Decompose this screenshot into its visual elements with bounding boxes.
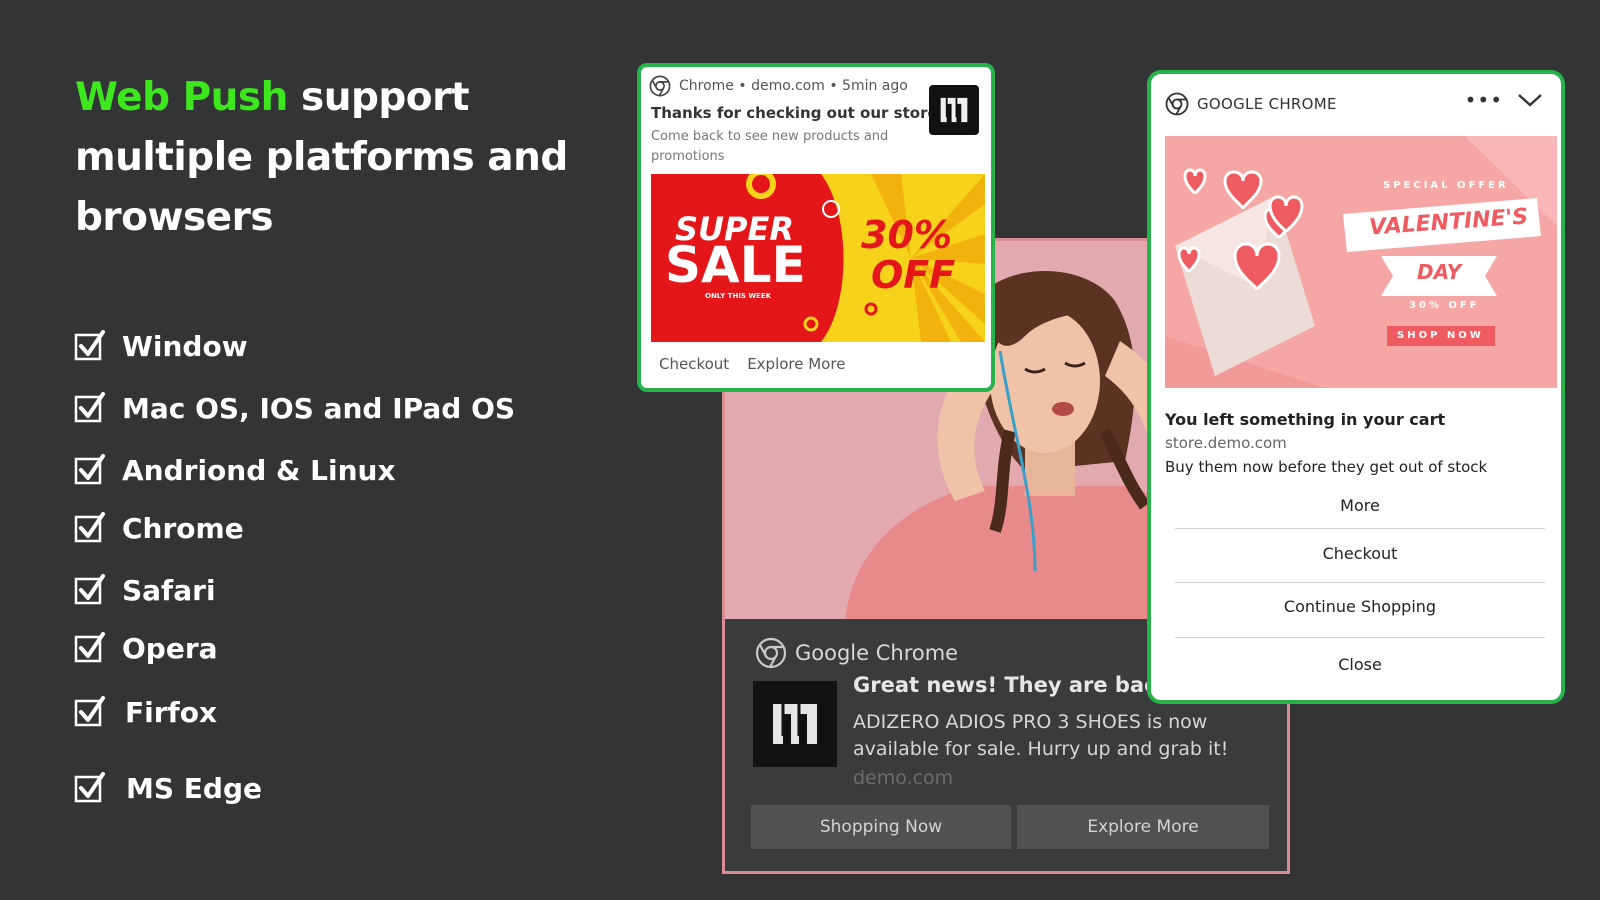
checkbox-checked-icon xyxy=(74,696,105,727)
chrome-notification-small[interactable]: Chrome • demo.com • 5min ago Thanks for … xyxy=(637,63,995,392)
banner-day: DAY xyxy=(1417,260,1462,284)
feature-label: Mac OS, IOS and IPad OS xyxy=(122,391,516,425)
chrome-icon xyxy=(1165,92,1189,116)
feature-item: Andriond & Linux xyxy=(74,450,396,490)
notification-header: GOOGLE CHROME xyxy=(1165,92,1337,116)
feature-item: Mac OS, IOS and IPad OS xyxy=(74,388,515,428)
banner-special-offer: SPECIAL OFFER xyxy=(1383,180,1509,191)
notification-body: Buy them now before they get out of stoc… xyxy=(1165,458,1488,476)
super-sale-banner: SUPER SALE ONLY THIS WEEK 30% OFF xyxy=(651,174,985,342)
more-button[interactable]: More xyxy=(1175,496,1545,515)
checkout-button[interactable]: Checkout xyxy=(659,355,729,373)
feature-label: Firfox xyxy=(125,695,218,729)
chevron-down-icon[interactable] xyxy=(1517,92,1543,108)
brand-logo-icon xyxy=(929,85,979,135)
feature-label: Opera xyxy=(122,631,218,665)
explore-more-button[interactable]: Explore More xyxy=(1017,805,1269,849)
checkbox-checked-icon xyxy=(74,330,105,361)
feature-label: Andriond & Linux xyxy=(122,453,396,487)
notification-domain: store.demo.com xyxy=(1165,434,1287,452)
divider xyxy=(1175,637,1545,638)
app-name: Google Chrome xyxy=(795,641,959,665)
checkbox-checked-icon xyxy=(74,574,105,605)
notification-title: Great news! They are back! xyxy=(853,673,1181,697)
divider xyxy=(1175,582,1545,583)
feature-label: Chrome xyxy=(122,511,244,545)
notification-title: You left something in your cart xyxy=(1165,410,1446,429)
banner-percent: 30% OFF xyxy=(1409,300,1480,311)
valentines-banner: SPECIAL OFFER VALENTINE'S DAY 30% OFF SH… xyxy=(1165,136,1557,388)
notification-body: ADIZERO ADIOS PRO 3 SHOES is now availab… xyxy=(853,711,1229,760)
feature-item: Firfox xyxy=(74,692,217,732)
feature-label: MS Edge xyxy=(126,771,262,805)
feature-item: Window xyxy=(74,326,248,366)
notification-header: Chrome • demo.com • 5min ago xyxy=(649,75,908,97)
notification-body: Come back to see new products and promot… xyxy=(651,129,889,164)
chrome-icon xyxy=(755,637,787,669)
feature-label: Safari xyxy=(122,573,216,607)
explore-more-button[interactable]: Explore More xyxy=(747,355,845,373)
checkbox-checked-icon xyxy=(74,772,105,803)
banner-percent: 30% xyxy=(861,213,952,257)
feature-list: Window Mac OS, IOS and IPad OS Andriond … xyxy=(74,0,594,900)
feature-item: Chrome xyxy=(74,508,244,548)
banner-off: OFF xyxy=(871,253,956,297)
notification-title: Thanks for checking out our store! xyxy=(651,104,945,122)
chrome-notification-expanded[interactable]: GOOGLE CHROME ••• SPECIAL OFFER VALENTIN… xyxy=(1147,70,1565,704)
banner-shop-now: SHOP NOW xyxy=(1397,330,1484,341)
more-options-icon[interactable]: ••• xyxy=(1465,88,1503,112)
close-button[interactable]: Close xyxy=(1175,655,1545,674)
checkbox-checked-icon xyxy=(74,512,105,543)
notification-meta: Chrome • demo.com • 5min ago xyxy=(679,78,908,94)
feature-item: Safari xyxy=(74,570,216,610)
brand-logo-icon xyxy=(753,681,837,767)
checkbox-checked-icon xyxy=(74,454,105,485)
chrome-icon xyxy=(649,75,671,97)
shopping-now-button[interactable]: Shopping Now xyxy=(751,805,1011,849)
notification-domain: demo.com xyxy=(853,767,954,789)
checkbox-checked-icon xyxy=(74,632,105,663)
banner-sale: SALE xyxy=(665,236,806,294)
feature-item: MS Edge xyxy=(74,768,262,808)
app-name: GOOGLE CHROME xyxy=(1197,95,1337,113)
checkout-button[interactable]: Checkout xyxy=(1175,544,1545,563)
divider xyxy=(1175,528,1545,529)
feature-label: Window xyxy=(122,329,248,363)
notification-actions: Checkout Explore More xyxy=(659,355,845,373)
feature-item: Opera xyxy=(74,628,218,668)
continue-shopping-button[interactable]: Continue Shopping xyxy=(1175,597,1545,616)
app-header: Google Chrome xyxy=(755,637,958,669)
checkbox-checked-icon xyxy=(74,392,105,423)
banner-sub: ONLY THIS WEEK xyxy=(705,292,772,300)
